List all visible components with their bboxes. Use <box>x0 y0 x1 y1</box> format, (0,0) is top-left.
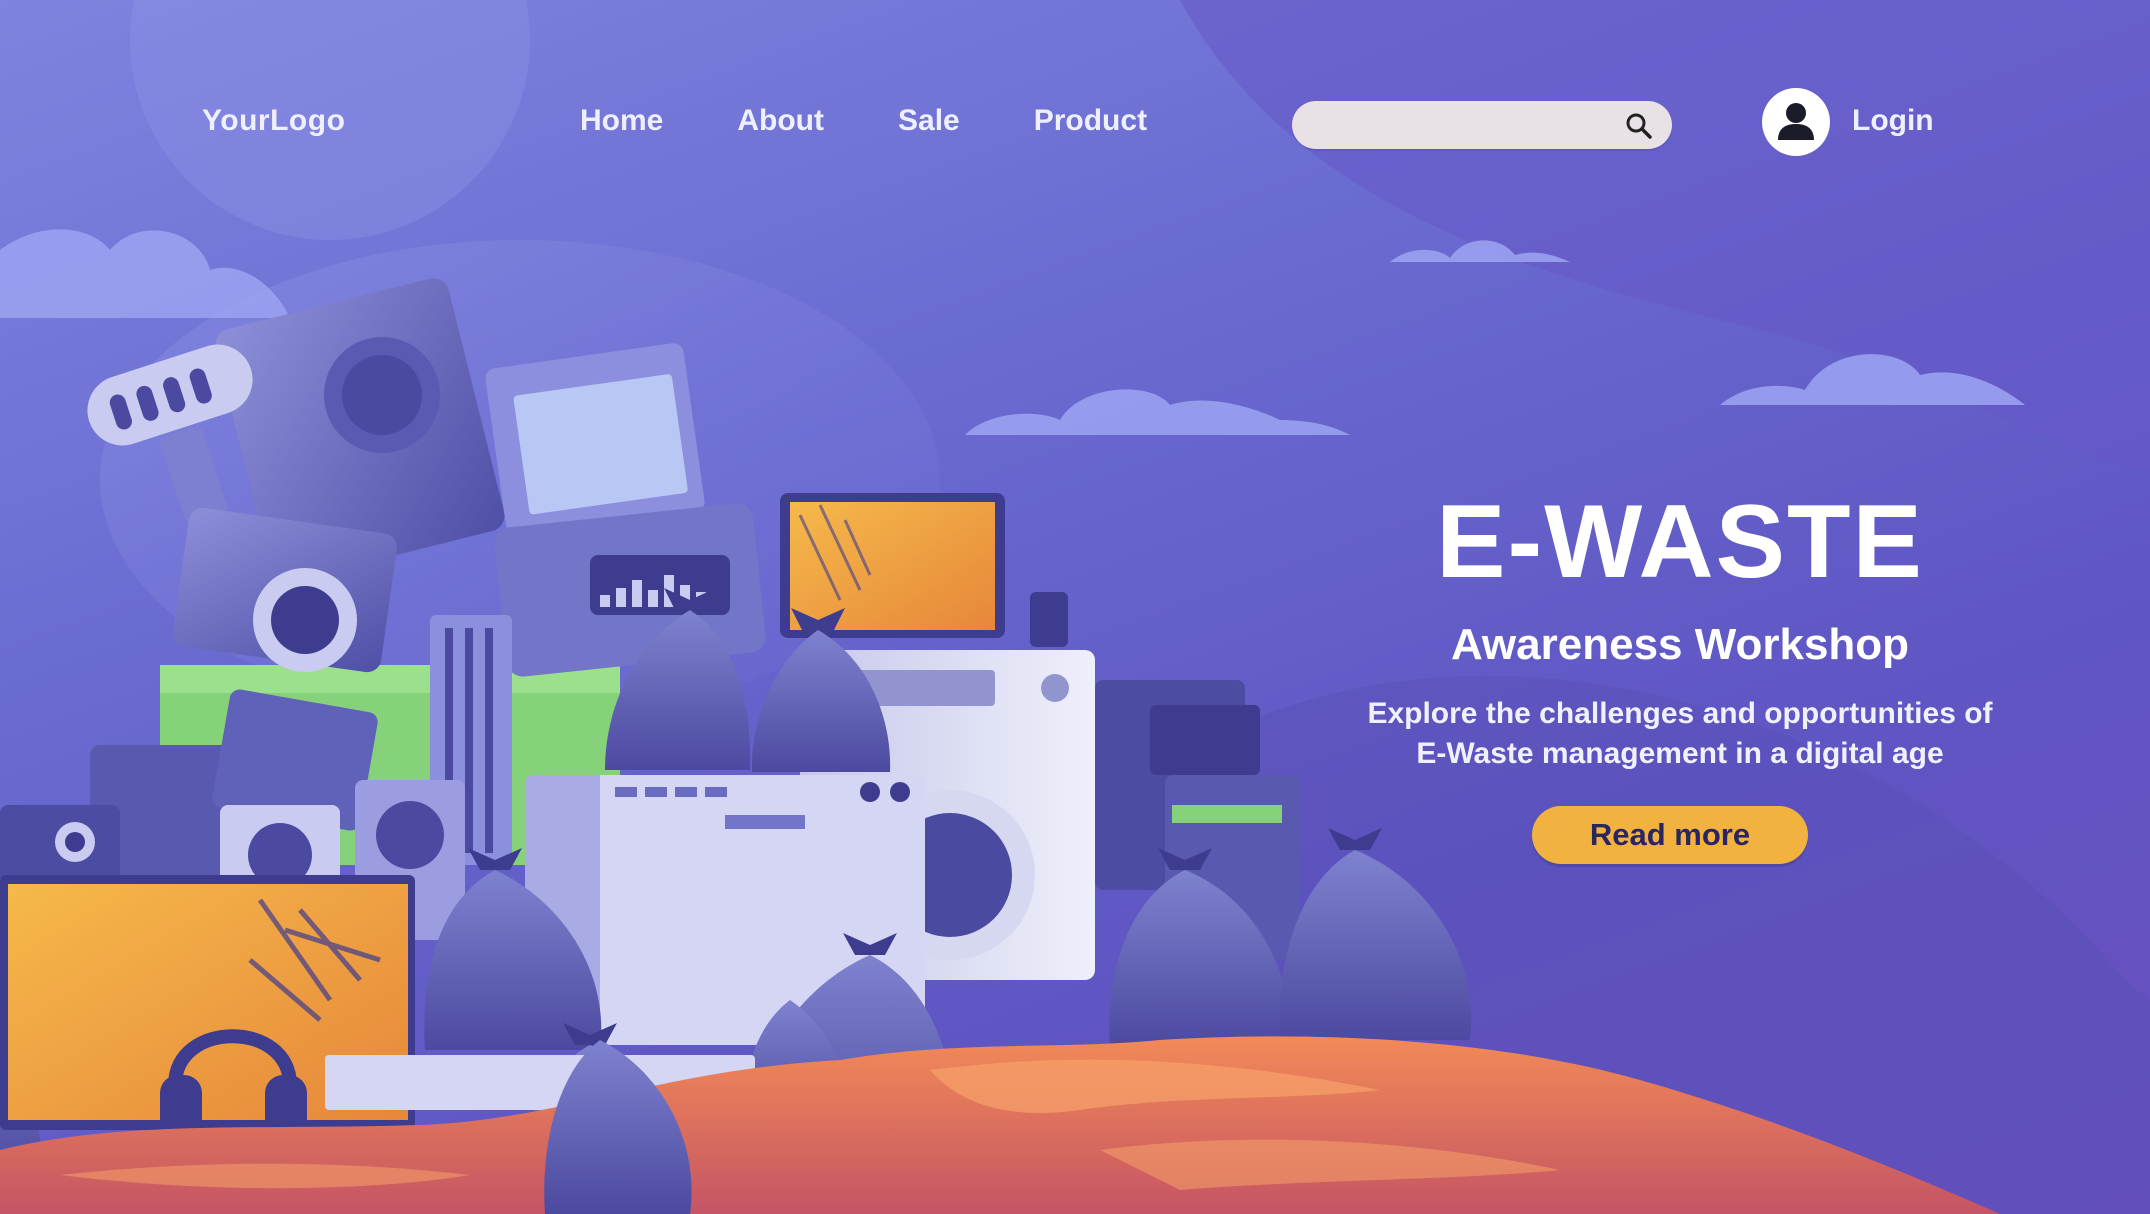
search-bar[interactable] <box>1292 101 1672 149</box>
nav-home[interactable]: Home <box>580 104 663 138</box>
search-icon[interactable] <box>1624 111 1654 141</box>
site-header: YourLogo Home About Sale Product Login <box>0 0 2150 250</box>
nav-sale[interactable]: Sale <box>898 104 960 138</box>
search-input[interactable] <box>1314 107 1608 145</box>
read-more-button[interactable]: Read more <box>1532 806 1808 864</box>
nav-product[interactable]: Product <box>1034 104 1147 138</box>
hero-description-line-2: E-Waste management in a digital age <box>1416 737 1944 770</box>
hero-description: Explore the challenges and opportunities… <box>1340 694 2020 774</box>
main-nav: Home About Sale Product <box>580 104 1221 138</box>
site-logo[interactable]: YourLogo <box>202 104 345 138</box>
nav-about[interactable]: About <box>737 104 824 138</box>
hero-subtitle: Awareness Workshop <box>1450 620 1910 669</box>
hero-title: E-WASTE <box>1436 484 1924 600</box>
landing-page: YourLogo Home About Sale Product Login E… <box>0 0 2150 1214</box>
hero-description-line-1: Explore the challenges and opportunities… <box>1367 697 1993 730</box>
login-link[interactable]: Login <box>1852 104 1934 138</box>
user-avatar-icon[interactable] <box>1762 88 1830 156</box>
